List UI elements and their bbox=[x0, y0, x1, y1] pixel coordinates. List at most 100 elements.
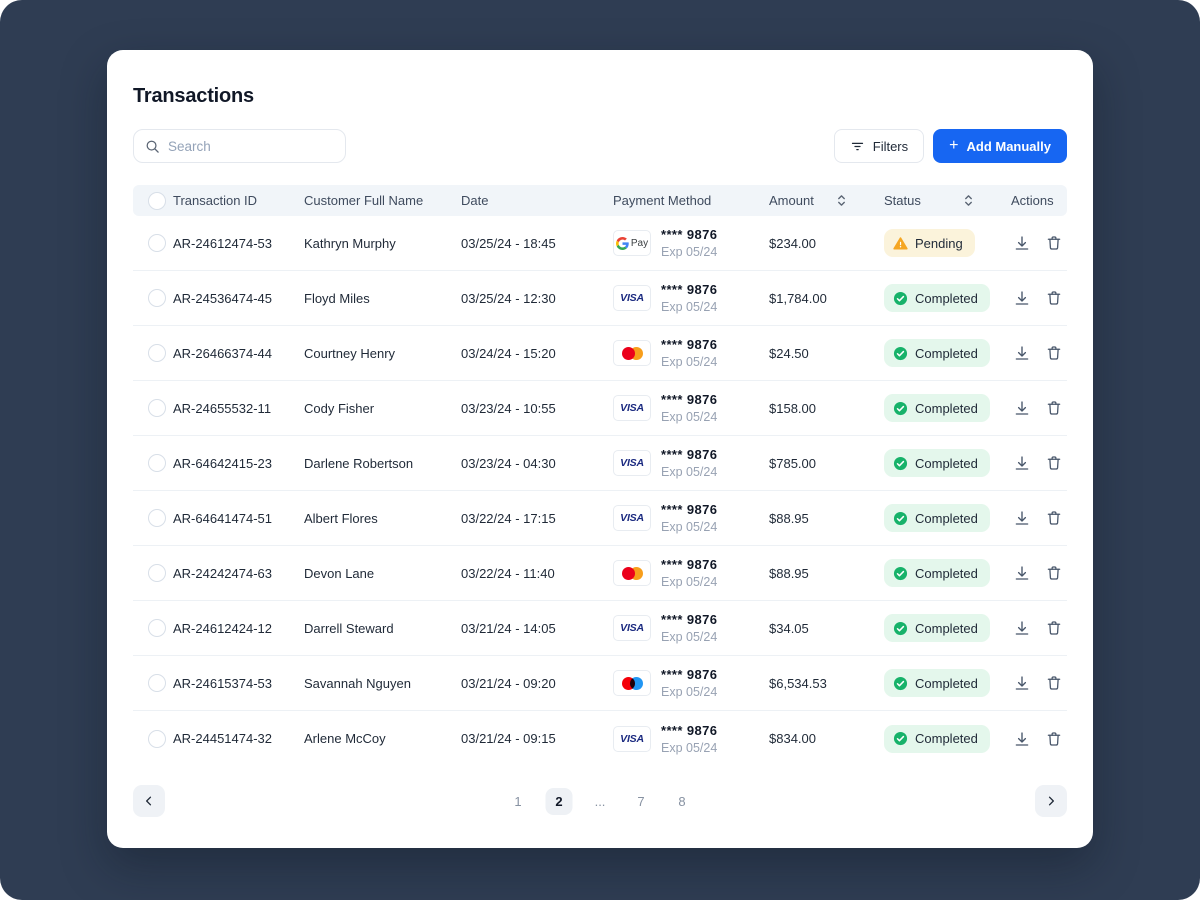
plus-icon: + bbox=[949, 136, 959, 154]
col-payment-method: Payment Method bbox=[613, 193, 712, 208]
payment-method-cell: **** 9876 Exp 05/24 bbox=[613, 337, 769, 369]
pagination: 1 2... 7 8 bbox=[133, 785, 1067, 817]
delete-button[interactable] bbox=[1043, 232, 1065, 254]
delete-button[interactable] bbox=[1043, 507, 1065, 529]
status-badge: Completed bbox=[884, 449, 990, 477]
status-badge: Completed bbox=[884, 559, 990, 587]
payment-method-cell: VISA **** 9876 Exp 05/24 bbox=[613, 282, 769, 314]
row-checkbox[interactable] bbox=[148, 564, 166, 582]
transaction-id: AR-24615374-53 bbox=[173, 675, 273, 691]
download-icon bbox=[1015, 731, 1029, 746]
download-icon bbox=[1015, 401, 1029, 415]
add-manually-button[interactable]: + Add Manually bbox=[933, 129, 1067, 163]
transaction-id: AR-24451474-32 bbox=[173, 731, 273, 746]
amount: $785.00 bbox=[769, 455, 816, 471]
status-label: Completed bbox=[915, 455, 978, 471]
download-icon bbox=[1015, 456, 1029, 470]
status-icon bbox=[893, 511, 908, 526]
delete-button[interactable] bbox=[1043, 728, 1065, 750]
table-row: AR-24536474-45 Floyd Miles 03/25/24 - 12… bbox=[133, 271, 1067, 326]
row-actions bbox=[1011, 617, 1067, 639]
delete-button[interactable] bbox=[1043, 562, 1065, 584]
download-button[interactable] bbox=[1011, 562, 1033, 584]
trash-icon bbox=[1047, 456, 1061, 470]
table-row: AR-24615374-53 Savannah Nguyen 03/21/24 … bbox=[133, 656, 1067, 711]
download-button[interactable] bbox=[1011, 232, 1033, 254]
search-input[interactable] bbox=[168, 138, 345, 154]
row-checkbox[interactable] bbox=[148, 729, 166, 748]
card-number: **** 9876 bbox=[661, 667, 718, 682]
download-button[interactable] bbox=[1011, 617, 1033, 639]
transaction-date: 03/22/24 - 17:15 bbox=[461, 510, 556, 526]
payment-method-cell: VISA **** 9876 Exp 05/24 bbox=[613, 447, 769, 479]
download-button[interactable] bbox=[1011, 728, 1033, 750]
row-actions bbox=[1011, 397, 1067, 419]
table-row: AR-26466374-44 Courtney Henry 03/24/24 -… bbox=[133, 326, 1067, 381]
download-button[interactable] bbox=[1011, 287, 1033, 309]
visa-card-icon: VISA bbox=[613, 285, 651, 311]
payment-method-cell: VISA **** 9876 Exp 05/24 bbox=[613, 392, 769, 424]
page-7-button[interactable]: 7 bbox=[628, 788, 655, 815]
payment-method-cell: Pay **** 9876 Exp 05/24 bbox=[613, 227, 769, 259]
delete-button[interactable] bbox=[1043, 672, 1065, 694]
delete-button[interactable] bbox=[1043, 452, 1065, 474]
download-button[interactable] bbox=[1011, 342, 1033, 364]
transactions-table: Transaction ID Customer Full Name Date P… bbox=[133, 185, 1067, 766]
select-all-checkbox[interactable] bbox=[148, 191, 166, 210]
sort-amount-icon[interactable] bbox=[836, 194, 847, 207]
filters-label: Filters bbox=[872, 138, 909, 154]
status-label: Completed bbox=[915, 290, 978, 306]
search-box[interactable] bbox=[133, 129, 346, 163]
row-actions bbox=[1011, 342, 1067, 364]
status-label: Completed bbox=[915, 400, 978, 416]
customer-name: Darrell Steward bbox=[304, 620, 394, 636]
table-row: AR-64642415-23 Darlene Robertson 03/23/2… bbox=[133, 436, 1067, 491]
row-checkbox[interactable] bbox=[148, 619, 166, 637]
col-amount: Amount bbox=[769, 193, 814, 208]
next-page-button[interactable] bbox=[1035, 785, 1067, 817]
delete-button[interactable] bbox=[1043, 397, 1065, 419]
visa-card-icon: VISA bbox=[613, 725, 651, 752]
status-label: Completed bbox=[915, 345, 978, 361]
page-2-button[interactable]: 2 bbox=[545, 787, 573, 815]
payment-method-cell: **** 9876 Exp 05/24 bbox=[613, 667, 769, 699]
page-1-button[interactable]: 1 bbox=[505, 788, 532, 815]
status-icon bbox=[893, 236, 908, 251]
download-button[interactable] bbox=[1011, 397, 1033, 419]
sort-status-icon[interactable] bbox=[963, 194, 974, 207]
status-badge: Completed bbox=[884, 284, 990, 312]
status-label: Completed bbox=[915, 510, 978, 526]
delete-button[interactable] bbox=[1043, 617, 1065, 639]
status-label: Completed bbox=[915, 620, 978, 636]
status-icon bbox=[893, 676, 908, 691]
amount: $158.00 bbox=[769, 400, 816, 416]
row-checkbox[interactable] bbox=[148, 509, 166, 527]
row-checkbox[interactable] bbox=[148, 344, 166, 362]
mastercard-card-icon bbox=[613, 560, 651, 586]
card-expiry: Exp 05/24 bbox=[661, 740, 718, 755]
mastercard-card-icon bbox=[613, 340, 651, 366]
delete-button[interactable] bbox=[1043, 287, 1065, 309]
download-button[interactable] bbox=[1011, 507, 1033, 529]
filters-button[interactable]: Filters bbox=[833, 129, 925, 163]
status-badge: Completed bbox=[884, 394, 990, 422]
row-actions bbox=[1011, 562, 1067, 584]
amount: $24.50 bbox=[769, 345, 809, 361]
prev-page-button[interactable] bbox=[133, 785, 165, 817]
status-icon bbox=[893, 401, 908, 416]
status-badge: Completed bbox=[884, 669, 990, 697]
delete-button[interactable] bbox=[1043, 342, 1065, 364]
row-checkbox[interactable] bbox=[148, 454, 166, 472]
download-button[interactable] bbox=[1011, 672, 1033, 694]
row-checkbox[interactable] bbox=[148, 234, 166, 252]
row-actions bbox=[1011, 672, 1067, 694]
amount: $88.95 bbox=[769, 510, 809, 526]
row-checkbox[interactable] bbox=[148, 674, 166, 692]
download-icon bbox=[1015, 511, 1029, 525]
page-8-button[interactable]: 8 bbox=[669, 788, 696, 815]
row-actions bbox=[1011, 728, 1067, 750]
status-label: Completed bbox=[915, 675, 978, 691]
row-checkbox[interactable] bbox=[148, 289, 166, 307]
row-checkbox[interactable] bbox=[148, 399, 166, 417]
download-button[interactable] bbox=[1011, 452, 1033, 474]
